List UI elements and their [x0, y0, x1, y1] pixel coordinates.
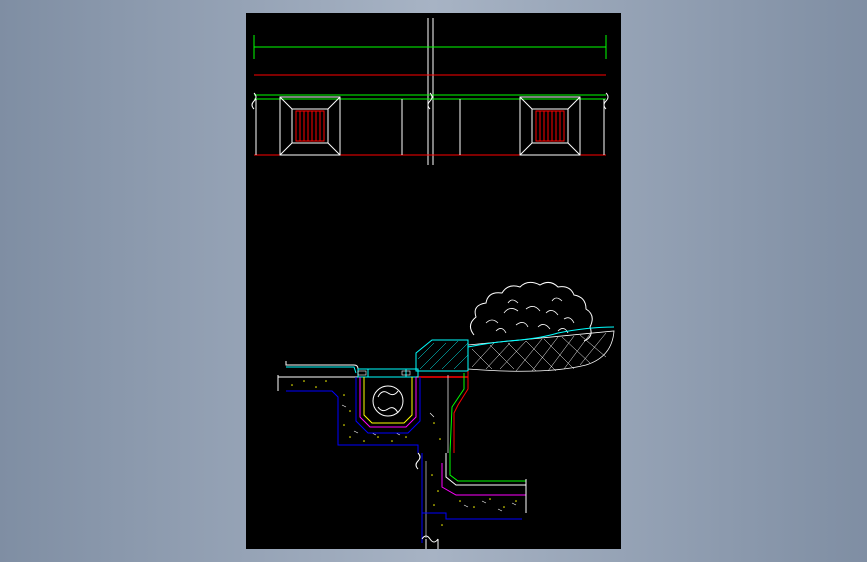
shrub-outline — [470, 281, 593, 342]
vent-bars-left — [295, 110, 325, 142]
right-panel — [459, 96, 605, 156]
drain-pipe-symbol — [377, 390, 399, 414]
soil-surface-line — [467, 326, 615, 348]
shrub-leaves — [485, 297, 575, 334]
break-mark-bottom — [421, 535, 439, 543]
section-view — [277, 281, 615, 549]
drain-grate — [357, 368, 419, 378]
footing-aggregate — [431, 474, 517, 526]
vent-grille-left — [291, 108, 329, 144]
left-panel — [255, 96, 403, 156]
slab-aggregate — [291, 380, 441, 442]
cad-viewport[interactable] — [0, 0, 867, 562]
cad-drawing — [251, 18, 615, 549]
vent-bars-right — [535, 110, 565, 142]
retaining-wall — [415, 339, 469, 454]
drain-channel — [355, 368, 421, 434]
elevation-view — [251, 18, 609, 165]
planter-soil — [467, 326, 615, 372]
drawing-sheet — [246, 13, 621, 549]
break-mark-lower — [415, 452, 421, 470]
drain-pipe — [372, 385, 404, 417]
vent-grille-right — [531, 108, 569, 144]
lower-wall — [415, 452, 527, 549]
